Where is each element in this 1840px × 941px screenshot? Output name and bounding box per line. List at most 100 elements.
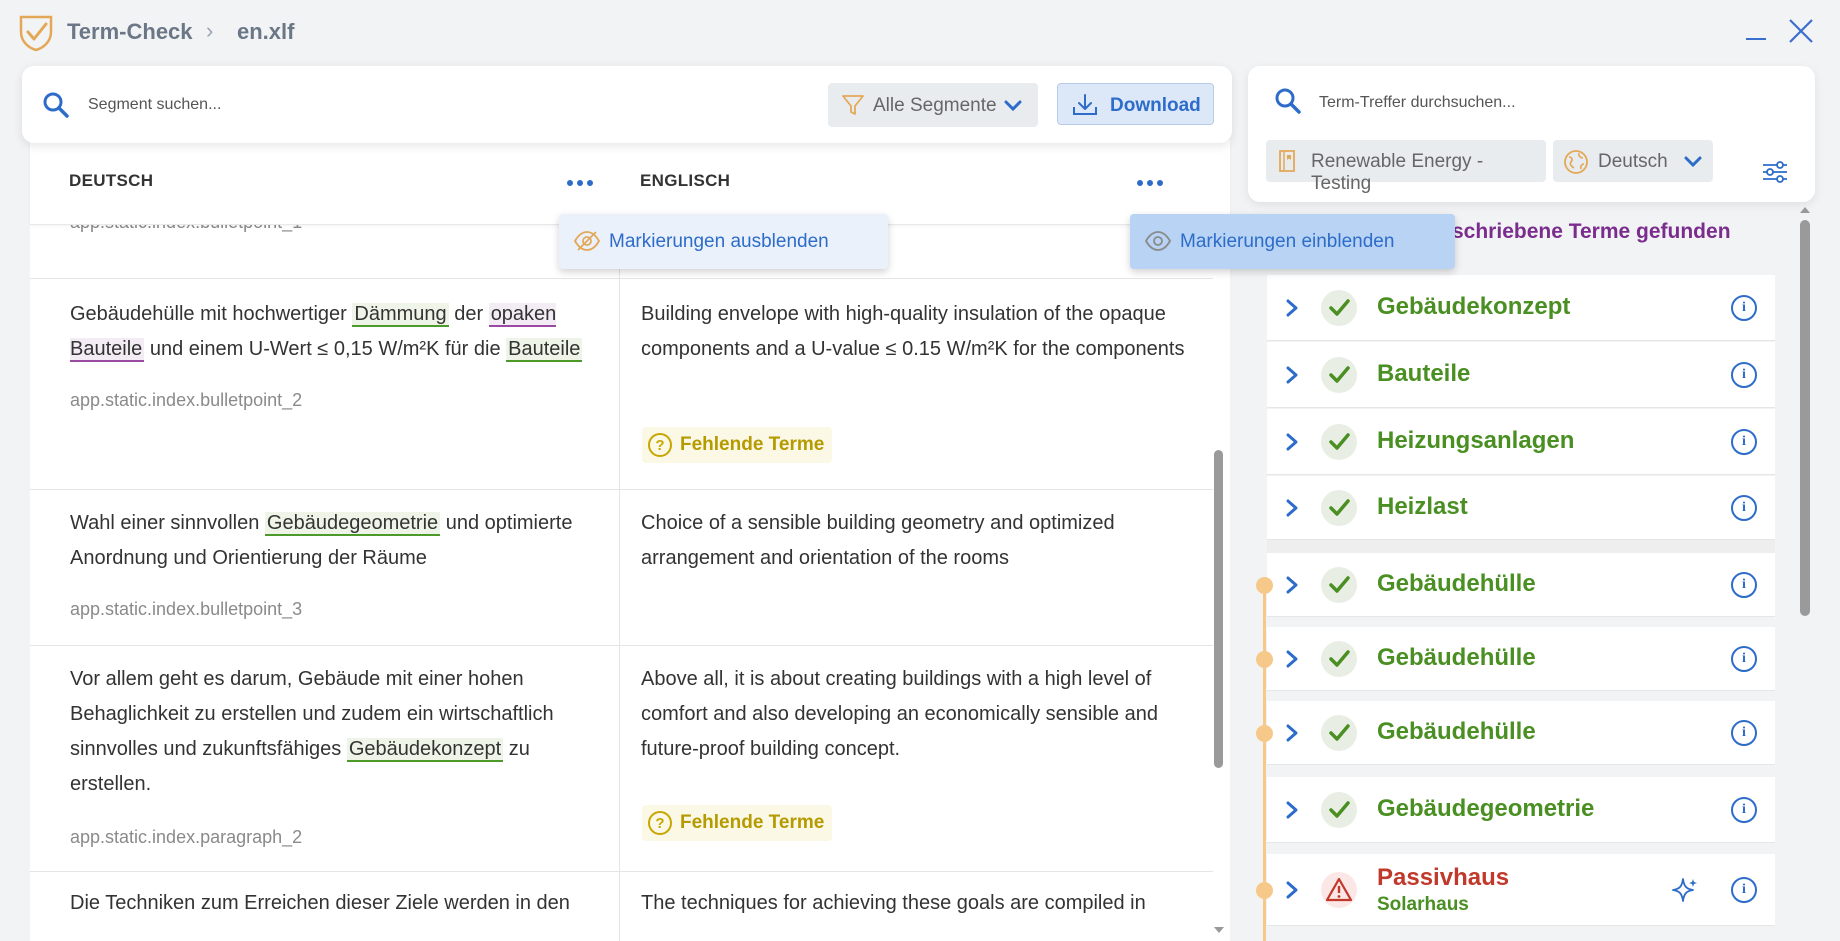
- missing-terms-badge[interactable]: ? Fehlende Terme: [642, 805, 833, 841]
- source-text[interactable]: Wahl einer sinnvollen Gebäudegeometrie u…: [70, 506, 615, 576]
- segment-search-bar: Alle Segmente Download: [22, 66, 1232, 143]
- info-icon[interactable]: i: [1731, 429, 1757, 455]
- question-icon: ?: [648, 433, 672, 457]
- language-dropdown[interactable]: Deutsch: [1553, 140, 1713, 182]
- breadcrumb-separator: ›: [206, 18, 214, 43]
- source-column-header: DEUTSCH: [69, 171, 154, 190]
- term-row[interactable]: Bauteile i: [1267, 342, 1775, 408]
- term-name[interactable]: Bauteile: [1377, 360, 1470, 388]
- info-icon[interactable]: i: [1731, 646, 1757, 672]
- check-icon: [1321, 792, 1357, 828]
- term-name[interactable]: Gebäudegeometrie: [1377, 795, 1594, 823]
- show-markings-menu-item[interactable]: Markierungen einblenden: [1130, 214, 1455, 269]
- check-icon: [1321, 490, 1357, 526]
- chevron-right-icon[interactable]: [1285, 880, 1299, 900]
- term-row[interactable]: Gebäudehülle i: [1267, 553, 1775, 617]
- info-icon[interactable]: i: [1731, 797, 1757, 823]
- term-row[interactable]: Gebäudekonzept i: [1267, 275, 1775, 341]
- term-highlight[interactable]: Bauteile: [506, 338, 583, 362]
- target-text[interactable]: Building envelope with high-quality insu…: [641, 297, 1201, 367]
- source-text[interactable]: Vor allem geht es darum, Gebäude mit ein…: [70, 662, 615, 802]
- text-fragment: der: [448, 303, 489, 325]
- term-highlight[interactable]: Gebäudekonzept: [346, 738, 504, 762]
- minimize-icon[interactable]: [1746, 38, 1766, 40]
- text-fragment: und einem U-Wert ≤ 0,15 W/m²K für die: [144, 338, 507, 360]
- chevron-right-icon[interactable]: [1285, 298, 1299, 318]
- download-icon: [1073, 94, 1097, 115]
- chevron-right-icon[interactable]: [1285, 432, 1299, 452]
- table-header: DEUTSCH ENGLISCH: [30, 140, 1230, 225]
- check-icon: [1321, 567, 1357, 603]
- term-name[interactable]: Passivhaus: [1377, 864, 1509, 892]
- target-text[interactable]: The techniques for achieving these goals…: [641, 886, 1201, 921]
- hide-markings-menu-item[interactable]: Markierungen ausblenden: [559, 214, 888, 269]
- info-icon[interactable]: i: [1731, 495, 1757, 521]
- text-fragment: Gebäudehülle mit hochwertiger: [70, 303, 353, 325]
- globe-icon: [1564, 150, 1588, 174]
- target-options-icon[interactable]: [1137, 180, 1163, 186]
- segment-filter-dropdown[interactable]: Alle Segmente: [828, 83, 1038, 127]
- term-name[interactable]: Gebäudehülle: [1377, 570, 1536, 598]
- target-text[interactable]: Above all, it is about creating building…: [641, 662, 1201, 767]
- source-options-icon[interactable]: [567, 180, 593, 186]
- eye-icon: [1144, 231, 1172, 251]
- term-row[interactable]: Gebäudehülle i: [1267, 627, 1775, 691]
- scroll-up-icon[interactable]: [1800, 206, 1810, 214]
- term-status-text: schriebene Terme gefunden: [1452, 220, 1731, 243]
- info-icon[interactable]: i: [1731, 572, 1757, 598]
- glossary-selector[interactable]: Renewable Energy - Testing: [1266, 140, 1546, 194]
- term-name[interactable]: Heizungsanlagen: [1377, 427, 1574, 455]
- term-row[interactable]: Gebäudehülle i: [1267, 701, 1775, 765]
- table-row[interactable]: Wahl einer sinnvollen Gebäudegeometrie u…: [30, 490, 1213, 646]
- term-search-input[interactable]: [1319, 90, 1699, 116]
- term-name[interactable]: Gebäudehülle: [1377, 644, 1536, 672]
- term-row[interactable]: Heizlast i: [1267, 476, 1775, 540]
- term-scrollbar[interactable]: [1797, 206, 1813, 941]
- check-icon: [1321, 290, 1357, 326]
- term-row[interactable]: Gebäudegeometrie i: [1267, 777, 1775, 843]
- table-row[interactable]: Die Techniken zum Erreichen dieser Ziele…: [30, 872, 1213, 941]
- timeline-dot: [1256, 577, 1273, 594]
- term-search-panel: Renewable Energy - Testing Deutsch: [1248, 66, 1815, 202]
- download-button[interactable]: Download: [1057, 83, 1214, 125]
- term-name[interactable]: Gebäudekonzept: [1377, 293, 1570, 321]
- sparkle-icon[interactable]: [1671, 876, 1699, 904]
- term-highlight[interactable]: Gebäudegeometrie: [264, 512, 441, 536]
- check-icon: [1321, 641, 1357, 677]
- table-row[interactable]: Gebäudehülle mit hochwertiger Dämmung de…: [30, 279, 1213, 490]
- source-text[interactable]: Die Techniken zum Erreichen dieser Ziele…: [70, 886, 615, 921]
- target-text[interactable]: Choice of a sensible building geometry a…: [641, 506, 1201, 576]
- chevron-right-icon[interactable]: [1285, 365, 1299, 385]
- source-text[interactable]: Gebäudehülle mit hochwertiger Dämmung de…: [70, 297, 615, 367]
- title-bar: Term-Check › en.xlf: [0, 0, 1840, 62]
- info-icon[interactable]: i: [1731, 362, 1757, 388]
- chevron-right-icon[interactable]: [1285, 575, 1299, 595]
- missing-terms-label: Fehlende Terme: [680, 434, 825, 455]
- chevron-right-icon[interactable]: [1285, 800, 1299, 820]
- table-row[interactable]: Vor allem geht es darum, Gebäude mit ein…: [30, 646, 1213, 872]
- book-icon: [1279, 150, 1295, 172]
- app-name[interactable]: Term-Check: [67, 19, 193, 45]
- info-icon[interactable]: i: [1731, 720, 1757, 746]
- scrollbar-thumb[interactable]: [1800, 220, 1810, 616]
- term-highlight[interactable]: Dämmung: [352, 303, 449, 327]
- info-icon[interactable]: i: [1731, 295, 1757, 321]
- chevron-right-icon[interactable]: [1285, 723, 1299, 743]
- term-name[interactable]: Gebäudehülle: [1377, 718, 1536, 746]
- segment-search-input[interactable]: [88, 92, 588, 118]
- sliders-icon[interactable]: [1761, 160, 1789, 184]
- eye-off-icon: [573, 231, 601, 251]
- check-icon: [1321, 715, 1357, 751]
- term-name[interactable]: Heizlast: [1377, 493, 1468, 521]
- info-icon[interactable]: i: [1731, 877, 1757, 903]
- language-label: Deutsch: [1598, 151, 1668, 172]
- chevron-right-icon[interactable]: [1285, 649, 1299, 669]
- scrollbar-thumb[interactable]: [1214, 450, 1223, 768]
- scroll-down-icon[interactable]: [1214, 926, 1224, 934]
- segment-key: app.static.index.paragraph_2: [70, 827, 303, 847]
- chevron-right-icon[interactable]: [1285, 498, 1299, 518]
- close-icon[interactable]: [1788, 18, 1814, 44]
- term-row[interactable]: Passivhaus Solarhaus i: [1267, 854, 1775, 926]
- missing-terms-badge[interactable]: ? Fehlende Terme: [642, 427, 833, 463]
- term-row[interactable]: Heizungsanlagen i: [1267, 409, 1775, 475]
